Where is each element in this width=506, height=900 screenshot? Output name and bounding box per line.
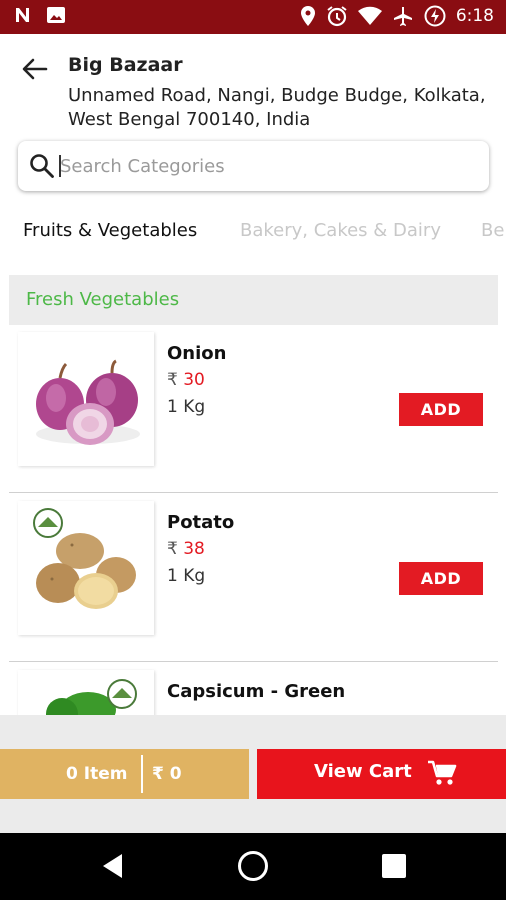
tab-bakery-cakes-dairy[interactable]: Bakery, Cakes & Dairy	[240, 220, 441, 241]
nav-home-icon[interactable]	[237, 850, 269, 886]
cart-item-count: 0 Item	[66, 764, 128, 784]
image-notification-icon	[46, 6, 66, 24]
nav-back-icon[interactable]	[100, 851, 126, 885]
search-icon	[29, 153, 55, 183]
category-tabs: Fruits & Vegetables Bakery, Cakes & Dair…	[0, 212, 506, 252]
cart-total: ₹ 0	[152, 764, 182, 784]
view-cart-label: View Cart	[314, 761, 412, 782]
search-input[interactable]	[60, 149, 470, 183]
product-price: ₹ 38	[167, 539, 205, 559]
product-image-potato	[18, 501, 154, 635]
section-title: Fresh Vegetables	[26, 289, 180, 310]
status-time: 6:18	[455, 6, 494, 26]
cart-divider	[141, 755, 143, 793]
battery-charging-icon	[424, 5, 446, 27]
store-address: Unnamed Road, Nangi, Budge Budge, Kolkat…	[68, 85, 486, 130]
view-cart-button[interactable]: View Cart	[257, 749, 506, 799]
wifi-icon	[357, 6, 382, 26]
system-nav-bar	[0, 833, 506, 900]
back-button[interactable]	[20, 56, 50, 82]
product-price: ₹ 30	[167, 370, 205, 390]
airplane-mode-icon	[392, 5, 414, 27]
location-icon	[300, 5, 316, 27]
add-button-onion[interactable]: ADD	[399, 393, 483, 426]
product-name: Capsicum - Green	[167, 681, 346, 702]
tab-partial[interactable]: Be	[481, 220, 504, 241]
product-unit: 1 Kg	[167, 566, 206, 586]
product-name: Potato	[167, 512, 235, 533]
product-image-capsicum	[18, 670, 154, 715]
notification-n-icon	[14, 6, 32, 24]
search-bar[interactable]	[18, 141, 489, 191]
product-list[interactable]: Fresh Vegetables Onion ₹ 30 1 Kg ADD Pot…	[0, 275, 506, 715]
product-image-onion	[18, 332, 154, 466]
tab-fruits-vegetables[interactable]: Fruits & Vegetables	[23, 220, 197, 241]
product-item-potato: Potato ₹ 38 1 Kg ADD	[9, 494, 498, 662]
product-item-onion: Onion ₹ 30 1 Kg ADD	[9, 325, 498, 493]
status-bar: 6:18	[0, 0, 506, 34]
product-item-capsicum: Capsicum - Green	[9, 663, 498, 715]
product-unit: 1 Kg	[167, 397, 206, 417]
shopping-cart-icon	[427, 759, 457, 791]
product-name: Onion	[167, 343, 227, 364]
nav-recents-icon[interactable]	[381, 853, 407, 883]
store-name: Big Bazaar	[68, 54, 183, 76]
add-button-potato[interactable]: ADD	[399, 562, 483, 595]
cart-summary: 0 Item ₹ 0	[0, 749, 249, 799]
alarm-icon	[326, 5, 348, 27]
arrow-left-icon	[22, 58, 48, 80]
store-header: Big Bazaar Unnamed Road, Nangi, Budge Bu…	[0, 34, 506, 134]
section-header: Fresh Vegetables	[9, 275, 498, 325]
